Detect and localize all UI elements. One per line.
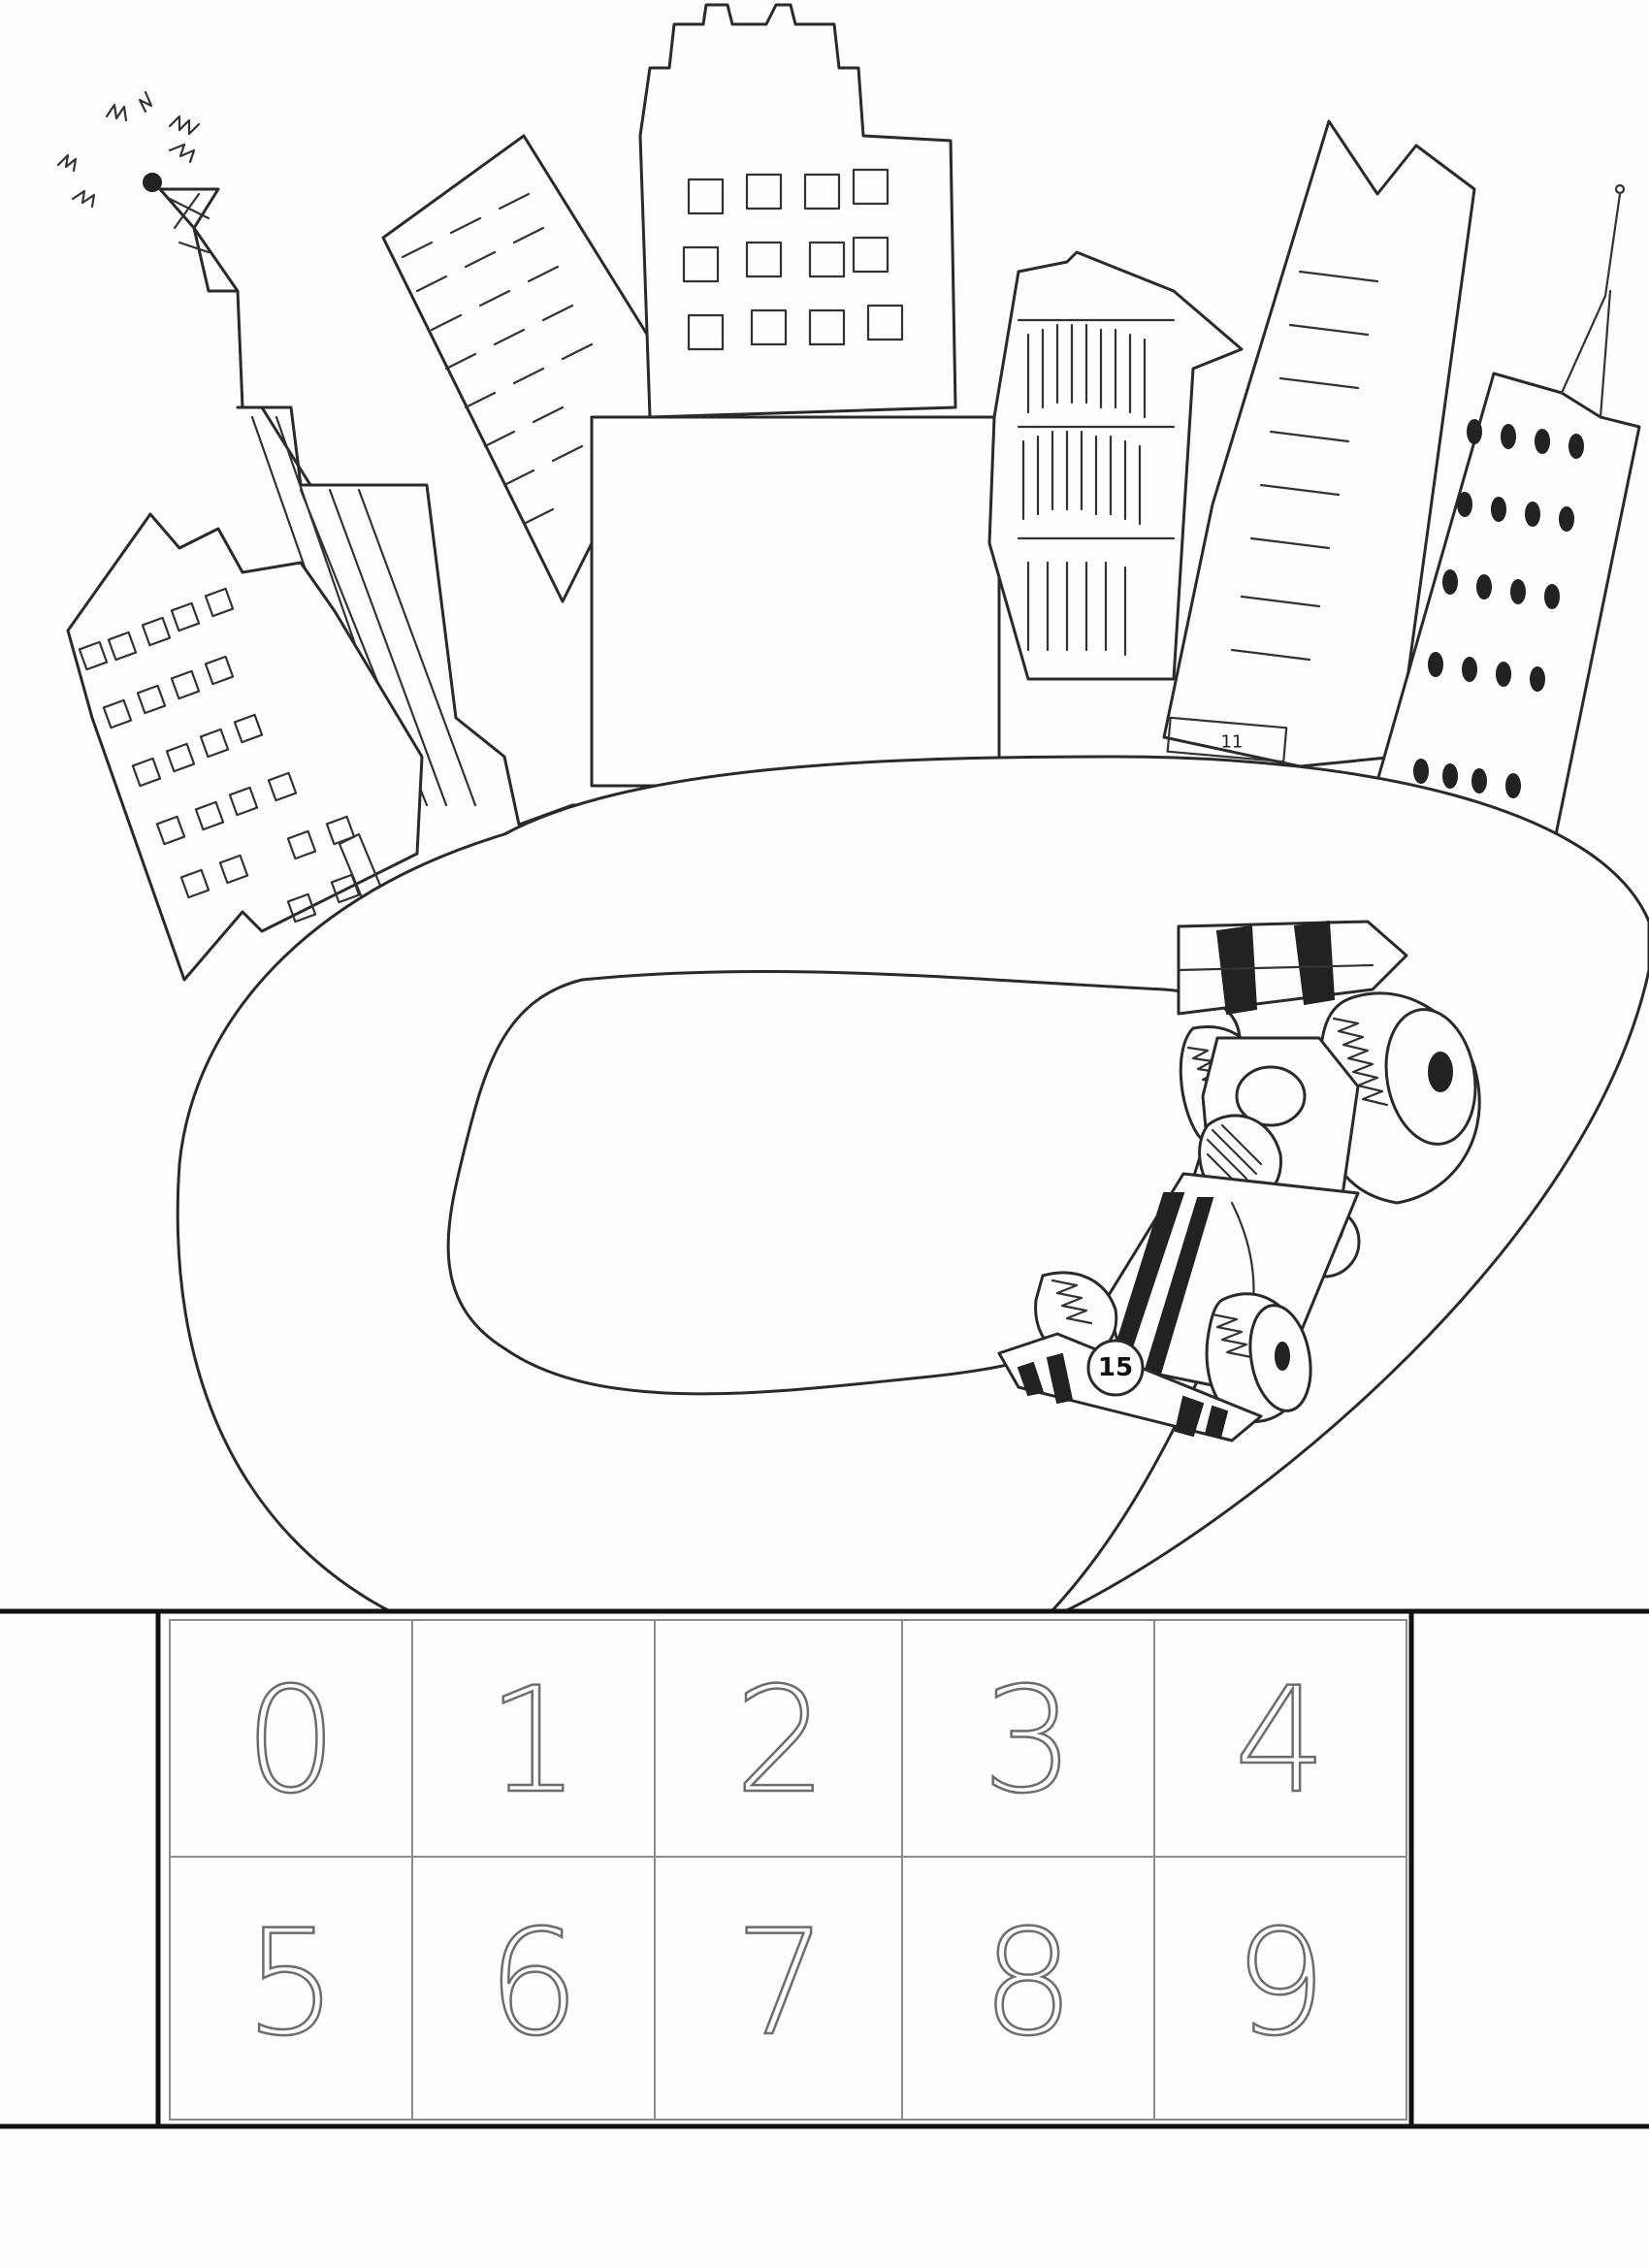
digit-2: 2 <box>734 1657 826 1826</box>
drawing-canvas: 11 15 0 1 2 3 4 5 6 7 8 9 <box>0 3 1649 2129</box>
digit-0: 0 <box>244 1657 337 1826</box>
stepped-top-building <box>638 3 957 419</box>
digit-9: 9 <box>1234 1899 1326 2068</box>
car-number-nose: 15 <box>1098 1353 1133 1382</box>
digit-8: 8 <box>982 1899 1074 2068</box>
digit-row-top: 0 1 2 3 4 <box>243 1656 1328 1828</box>
digit-5: 5 <box>244 1899 337 2068</box>
antenna-light-icon <box>143 173 162 192</box>
digit-1: 1 <box>487 1657 579 1826</box>
digit-6: 6 <box>487 1899 579 2068</box>
digit-7: 7 <box>734 1899 826 2068</box>
digit-row-bottom: 5 6 7 8 9 <box>243 1898 1328 2070</box>
coloring-page: 11 15 0 1 2 3 4 5 6 7 8 9 <box>0 0 1649 2268</box>
building-sign-number: 11 <box>1221 732 1244 753</box>
digit-3: 3 <box>982 1657 1074 1826</box>
plain-block-building <box>590 415 1001 788</box>
digit-4: 4 <box>1234 1657 1326 1826</box>
